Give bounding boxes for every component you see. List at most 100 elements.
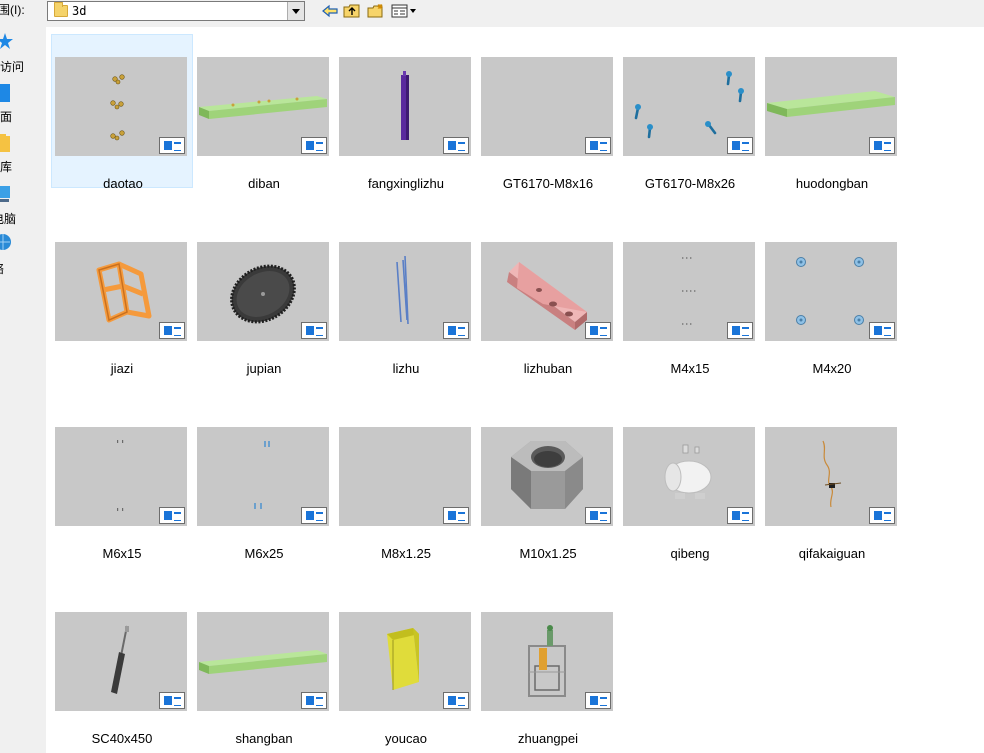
file-name: GT6170-M8x26	[644, 176, 736, 191]
nav-label: 电脑	[0, 212, 17, 226]
nav-label: 访问	[0, 60, 25, 74]
view-menu-button[interactable]	[390, 2, 420, 20]
file-item[interactable]: SC40x450	[51, 589, 193, 746]
file-type-icon	[301, 137, 327, 154]
location-value: 3d	[72, 4, 87, 18]
file-name: qibeng	[670, 546, 710, 561]
file-thumbnail	[339, 242, 471, 341]
file-thumbnail	[623, 427, 755, 526]
file-item[interactable]: qibeng	[619, 404, 761, 561]
file-item[interactable]: zhuangpei	[477, 589, 619, 746]
file-name: M8x1.25	[381, 546, 431, 561]
file-item[interactable]: lizhu	[335, 219, 477, 376]
file-type-icon	[443, 137, 469, 154]
new-folder-button[interactable]	[366, 2, 386, 20]
file-type-icon	[159, 322, 185, 339]
file-name: daotao	[103, 176, 143, 191]
file-thumbnail	[55, 57, 187, 156]
file-type-icon	[727, 322, 753, 339]
file-item[interactable]: GT6170-M8x26	[619, 34, 761, 191]
file-type-icon	[301, 507, 327, 524]
look-in-label: 范围(I):	[0, 3, 25, 17]
file-type-icon	[585, 137, 611, 154]
file-thumbnail	[339, 427, 471, 526]
file-name: shangban	[235, 731, 293, 746]
file-item[interactable]: qifakaiguan	[761, 404, 903, 561]
file-item[interactable]: GT6170-M8x16	[477, 34, 619, 191]
file-item[interactable]: M10x1.25	[477, 404, 619, 561]
file-thumbnail	[623, 242, 755, 341]
file-list: daotao diban fangxinglizhu GT6170-M8x16 …	[46, 27, 984, 753]
file-type-icon	[727, 137, 753, 154]
up-folder-icon	[343, 4, 360, 18]
file-item[interactable]: jupian	[193, 219, 335, 376]
file-item[interactable]: shangban	[193, 589, 335, 746]
file-type-icon	[301, 692, 327, 709]
file-name: zhuangpei	[518, 731, 578, 746]
nav-label: 库	[0, 160, 13, 174]
file-item[interactable]: M4x15	[619, 219, 761, 376]
navigation-pane: 访问 面 库 电脑 络	[0, 24, 46, 753]
computer-icon	[0, 186, 10, 202]
file-thumbnail	[765, 427, 897, 526]
file-name: M6x15	[102, 546, 142, 561]
view-menu-icon	[391, 4, 416, 18]
nav-label: 络	[0, 262, 4, 276]
file-thumbnail	[55, 427, 187, 526]
file-thumbnail	[197, 427, 329, 526]
file-thumbnail	[339, 612, 471, 711]
file-type-icon	[585, 692, 611, 709]
back-arrow-icon	[322, 4, 338, 18]
chevron-down-icon[interactable]	[287, 2, 304, 20]
file-thumbnail	[765, 57, 897, 156]
file-name: jupian	[246, 361, 282, 376]
file-thumbnail	[55, 612, 187, 711]
file-item[interactable]: M4x20	[761, 219, 903, 376]
nav-label: 面	[0, 110, 13, 124]
file-item[interactable]: jiazi	[51, 219, 193, 376]
file-item[interactable]: M8x1.25	[335, 404, 477, 561]
file-type-icon	[159, 692, 185, 709]
file-name: lizhuban	[523, 361, 573, 376]
file-item[interactable]: M6x25	[193, 404, 335, 561]
file-thumbnail	[197, 242, 329, 341]
file-name: M4x20	[812, 361, 852, 376]
file-name: diban	[248, 176, 280, 191]
file-name: SC40x450	[91, 731, 153, 746]
file-thumbnail	[197, 57, 329, 156]
file-type-icon	[443, 507, 469, 524]
file-item[interactable]: lizhuban	[477, 219, 619, 376]
file-thumbnail	[339, 57, 471, 156]
toolbar: 范围(I): 3d	[0, 0, 984, 24]
file-item[interactable]: youcao	[335, 589, 477, 746]
location-combobox[interactable]: 3d	[47, 1, 305, 21]
file-item[interactable]: diban	[193, 34, 335, 191]
file-type-icon	[301, 322, 327, 339]
file-name: fangxinglizhu	[368, 176, 444, 191]
file-thumbnail	[481, 242, 613, 341]
file-thumbnail	[765, 242, 897, 341]
file-name: GT6170-M8x16	[502, 176, 594, 191]
library-icon	[0, 134, 10, 152]
file-item[interactable]: huodongban	[761, 34, 903, 191]
file-type-icon	[869, 322, 895, 339]
file-item[interactable]: daotao	[51, 34, 193, 191]
file-type-icon	[443, 322, 469, 339]
file-thumbnail	[623, 57, 755, 156]
file-item[interactable]: fangxinglizhu	[335, 34, 477, 191]
file-name: youcao	[385, 731, 427, 746]
file-thumbnail	[197, 612, 329, 711]
new-folder-icon	[367, 4, 383, 18]
file-name: huodongban	[795, 176, 869, 191]
file-type-icon	[159, 507, 185, 524]
file-type-icon	[585, 322, 611, 339]
file-type-icon	[727, 507, 753, 524]
network-icon	[0, 234, 11, 250]
file-thumbnail	[55, 242, 187, 341]
file-name: lizhu	[392, 361, 420, 376]
back-button[interactable]	[320, 2, 340, 20]
file-type-icon	[869, 507, 895, 524]
file-item[interactable]: M6x15	[51, 404, 193, 561]
up-folder-button[interactable]	[342, 2, 362, 20]
file-name: jiazi	[110, 361, 134, 376]
